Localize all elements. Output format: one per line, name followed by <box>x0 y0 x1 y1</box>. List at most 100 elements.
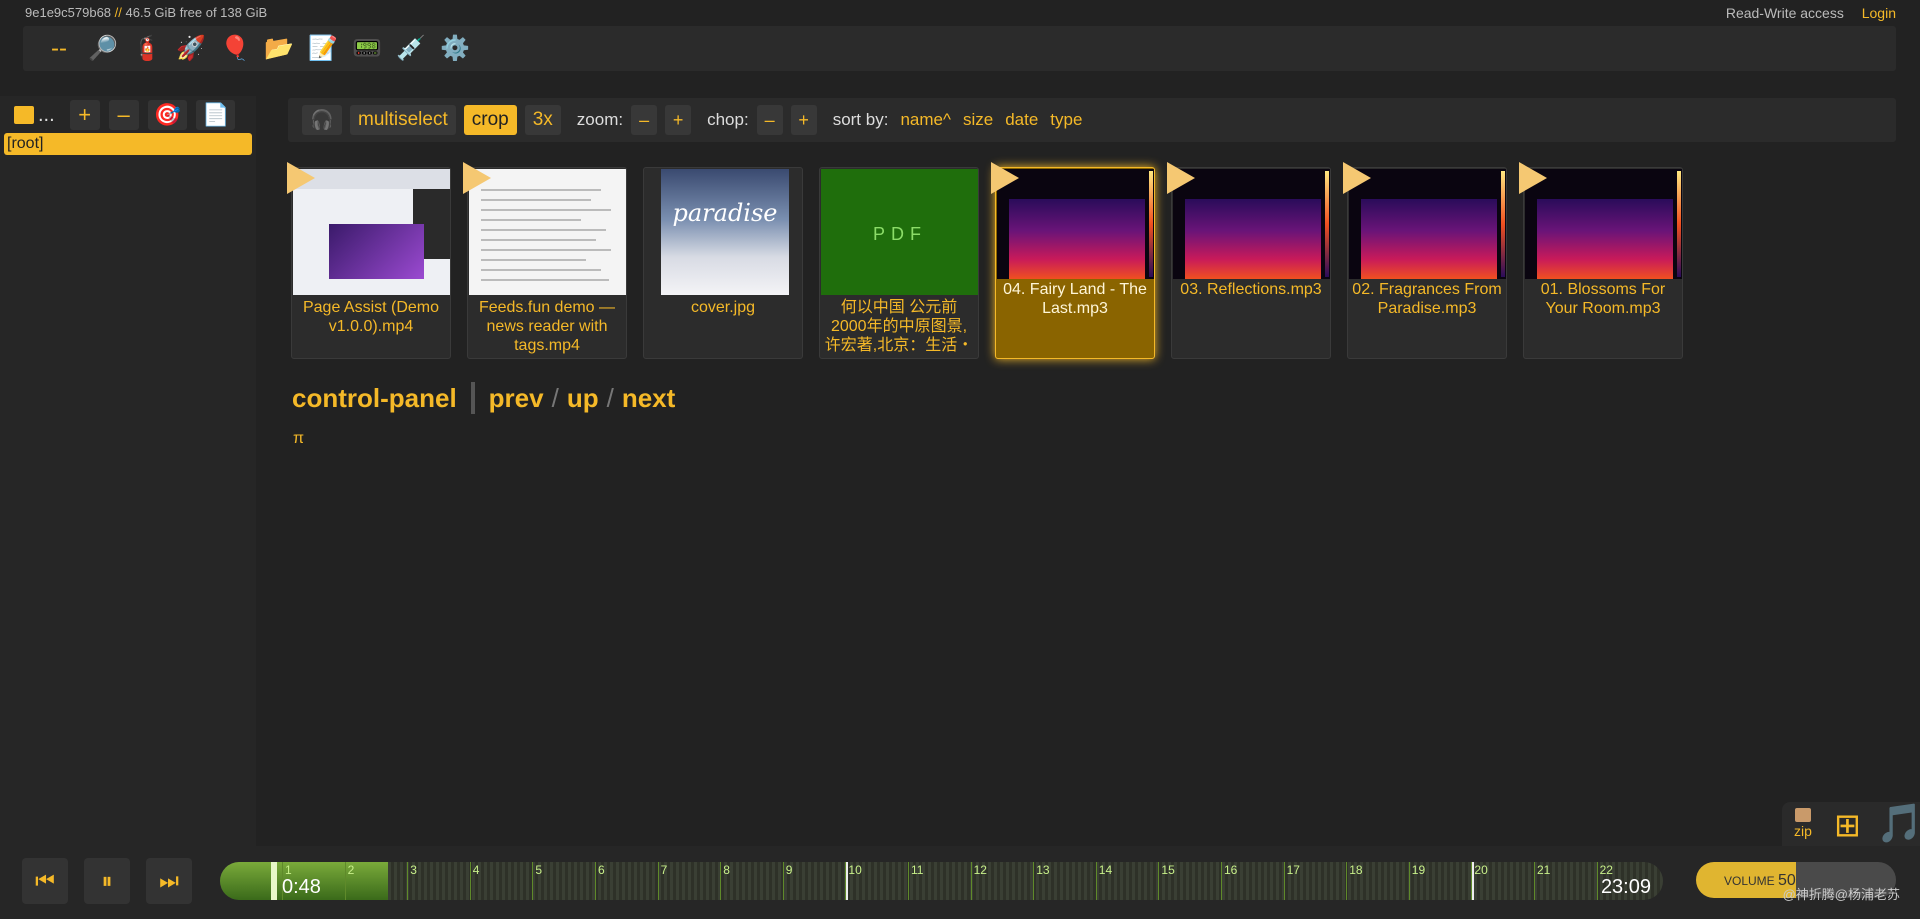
control-panel-link[interactable]: control-panel <box>292 383 457 414</box>
tree-expand-button[interactable]: + <box>69 100 100 130</box>
crop-button[interactable]: crop <box>463 105 517 135</box>
slash: / <box>551 382 559 413</box>
file-grid: Page Assist (Demo v1.0.0).mp4 Feeds.fun … <box>287 162 1683 359</box>
file-card[interactable]: paradise cover.jpg <box>643 167 803 359</box>
cover-word: paradise <box>672 199 778 227</box>
tree-root-item[interactable]: [root] <box>4 133 252 155</box>
file-card[interactable]: 03. Reflections.mp3 <box>1167 162 1331 359</box>
fire-extinguisher-icon[interactable]: 🧯 <box>125 29 169 69</box>
minute-marker: 22 <box>1596 862 1613 900</box>
volume-text: VOLUME <box>1724 874 1775 888</box>
file-tile[interactable]: Page Assist (Demo v1.0.0).mp4 <box>291 167 451 359</box>
file-card[interactable]: PDF 何以中国 公元前2000年的中原图景,许宏著,北京：生活・读书… <box>819 167 979 359</box>
3x-button[interactable]: 3x <box>524 105 561 135</box>
login-link[interactable]: Login <box>1862 5 1896 21</box>
file-tile[interactable]: Feeds.fun demo — news reader with tags.m… <box>467 167 627 359</box>
minute-marker-label: 4 <box>472 863 480 877</box>
chop-less-button[interactable]: – <box>756 105 783 135</box>
file-tile[interactable]: 03. Reflections.mp3 <box>1171 167 1331 359</box>
grid-view-icon[interactable]: ⊞ <box>1834 806 1861 844</box>
pause-button[interactable]: ⏸ <box>84 858 130 904</box>
play-icon[interactable] <box>1343 162 1371 194</box>
zip-button[interactable]: zip <box>1794 808 1812 838</box>
minute-marker: 21 <box>1534 862 1550 900</box>
file-tile[interactable]: PDF 何以中国 公元前2000年的中原图景,许宏著,北京：生活・读书… <box>819 167 979 359</box>
sort-type-link[interactable]: type <box>1050 110 1082 130</box>
minute-marker-label: 7 <box>660 863 668 877</box>
file-card[interactable]: 01. Blossoms For Your Room.mp3 <box>1519 162 1683 359</box>
chop-more-button[interactable]: + <box>790 105 817 135</box>
multiselect-button[interactable]: multiselect <box>350 105 456 135</box>
balloon-icon[interactable]: 🎈 <box>213 29 257 69</box>
minute-marker-label: 18 <box>1349 863 1363 877</box>
zoom-out-button[interactable]: – <box>631 105 658 135</box>
memo-icon[interactable]: 📝 <box>301 29 345 69</box>
gear-icon[interactable]: ⚙️ <box>433 29 477 69</box>
display-icon[interactable]: 📟 <box>345 29 389 69</box>
file-tile[interactable]: 02. Fragrances From Paradise.mp3 <box>1347 167 1507 359</box>
account-area: Read-Write access Login <box>1726 5 1896 21</box>
file-tile-selected[interactable]: 04. Fairy Land - The Last.mp3 <box>995 167 1155 359</box>
tree-pane: ... + – 🎯 📄 [root] <box>0 96 256 846</box>
tree-collapse-button[interactable]: – <box>108 100 139 130</box>
file-caption: 04. Fairy Land - The Last.mp3 <box>1003 281 1147 317</box>
file-card[interactable]: 04. Fairy Land - The Last.mp3 <box>991 162 1155 359</box>
music-icon[interactable]: 🎵 <box>1876 802 1920 846</box>
sort-name-link[interactable]: name^ <box>900 110 951 130</box>
file-caption: 何以中国 公元前2000年的中原图景,许宏著,北京：生活・读书… <box>824 299 974 354</box>
minute-marker-label: 6 <box>598 863 605 877</box>
divider <box>470 382 475 414</box>
file-caption: 01. Blossoms For Your Room.mp3 <box>1540 281 1666 317</box>
search-icon[interactable]: 🔎 <box>81 29 125 69</box>
minute-marker-label: 19 <box>1411 863 1426 877</box>
file-tile[interactable]: paradise cover.jpg <box>643 167 803 359</box>
minute-marker: 19 <box>1408 862 1425 900</box>
chop-label: chop: <box>707 110 749 129</box>
headphones-icon[interactable]: 🎧 <box>302 105 342 135</box>
document-icon[interactable]: 📄 <box>196 100 236 130</box>
dash-button[interactable]: -- <box>37 29 81 69</box>
watermark: @神折腾@杨浦老苏 <box>1782 887 1900 902</box>
next-track-button[interactable]: ⏭ <box>146 858 192 904</box>
file-card[interactable]: Feeds.fun demo — news reader with tags.m… <box>463 162 627 359</box>
minute-marker: 4 <box>469 862 479 900</box>
sort-label: sort by: <box>832 110 889 129</box>
pi-link[interactable]: π <box>293 430 304 448</box>
video-thumbnail <box>469 169 626 295</box>
playhead[interactable] <box>271 862 277 900</box>
zoom-in-button[interactable]: + <box>665 105 692 135</box>
tree-toolbar: ... + – 🎯 📄 <box>8 100 236 130</box>
breadcrumb: control-panel prev / up / next <box>292 382 675 414</box>
spectrogram-thumbnail <box>1525 169 1682 279</box>
sort-date-link[interactable]: date <box>1005 110 1038 130</box>
next-link[interactable]: next <box>622 383 675 414</box>
play-icon[interactable] <box>1167 162 1195 194</box>
separator: // <box>114 5 122 20</box>
syringe-icon[interactable]: 💉 <box>389 29 433 69</box>
minute-marker: 17 <box>1283 862 1300 900</box>
prev-link[interactable]: prev <box>489 383 544 414</box>
target-icon[interactable]: 🎯 <box>147 100 188 130</box>
rocket-icon[interactable]: 🚀 <box>169 29 213 69</box>
file-tile[interactable]: 01. Blossoms For Your Room.mp3 <box>1523 167 1683 359</box>
current-time: 0:48 <box>282 876 321 898</box>
up-link[interactable]: up <box>567 383 599 414</box>
file-card[interactable]: 02. Fragrances From Paradise.mp3 <box>1343 162 1507 359</box>
minute-marker-label: 14 <box>1098 863 1113 877</box>
spectrogram-thumbnail <box>1349 169 1506 279</box>
file-card[interactable]: Page Assist (Demo v1.0.0).mp4 <box>287 162 451 359</box>
play-icon[interactable] <box>463 162 491 194</box>
minute-marker-label: 21 <box>1537 863 1551 877</box>
play-icon[interactable] <box>1519 162 1547 194</box>
play-icon[interactable] <box>991 162 1019 194</box>
play-icon[interactable] <box>287 162 315 194</box>
previous-track-button[interactable]: ⏮ <box>22 858 68 904</box>
minute-marker-label: 11 <box>911 863 924 877</box>
sort-size-link[interactable]: size <box>963 110 993 130</box>
tree-folder-button[interactable]: ... <box>8 100 61 130</box>
folder-icon <box>14 106 34 124</box>
minute-marker-label: 9 <box>785 863 793 877</box>
video-thumbnail <box>293 169 450 295</box>
seek-bar[interactable]: 1 2 3 4 5 6 7 8 9 10 11 12 13 14 15 16 17 18 19 20 21 22 0:48… <box>220 862 1663 900</box>
folder-icon[interactable]: 📂 <box>257 29 301 69</box>
